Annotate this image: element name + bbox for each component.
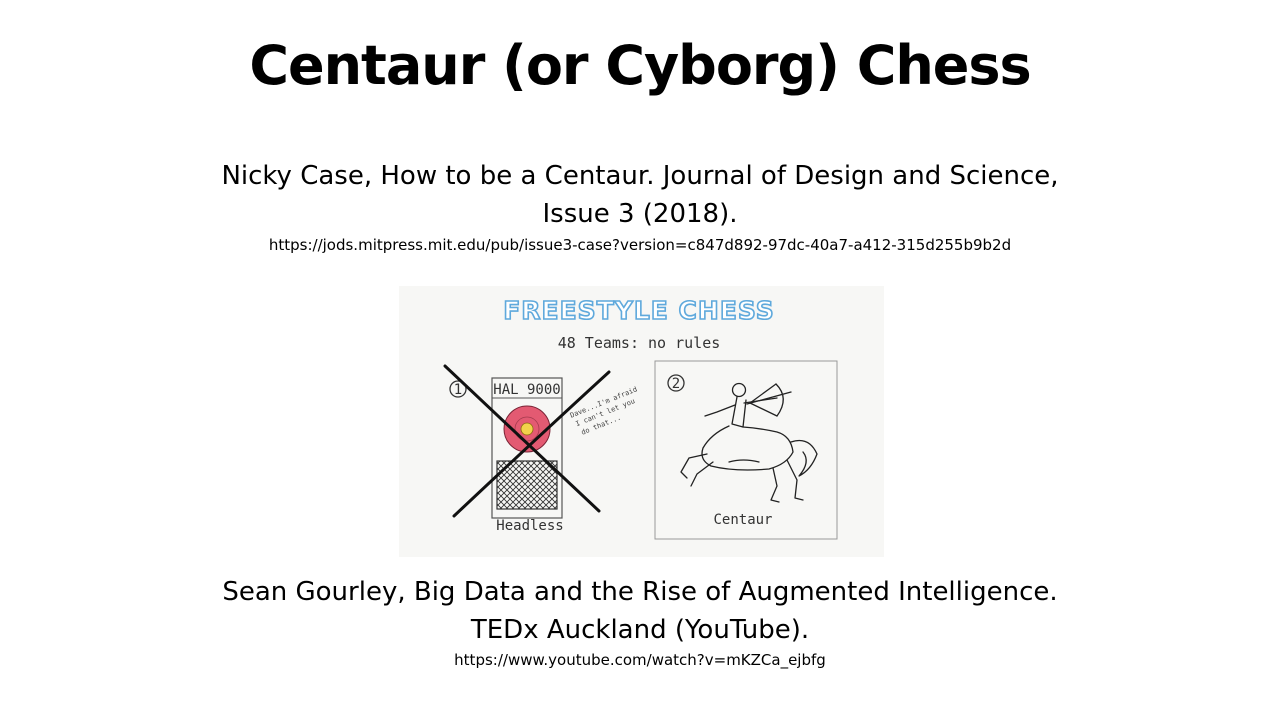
illustration-heading: FREESTYLE CHESS — [503, 296, 775, 325]
panel1-caption: Headless — [496, 518, 563, 534]
hal-speech: Dave...I'm afraid I can't let you do tha… — [569, 385, 638, 436]
citation-case-line2: Issue 3 (2018). — [542, 199, 738, 229]
citation-gourley-url[interactable]: https://www.youtube.com/watch?v=mKZCa_ej… — [0, 651, 1280, 669]
panel1-number: 1 — [454, 382, 462, 398]
panel2-caption: Centaur — [713, 512, 772, 528]
citation-gourley-line2: TEDx Auckland (YouTube). — [470, 615, 810, 645]
panel2-number: 2 — [672, 376, 680, 392]
citation-gourley-line1: Sean Gourley, Big Data and the Rise of A… — [222, 577, 1058, 607]
citation-gourley: Sean Gourley, Big Data and the Rise of A… — [0, 573, 1280, 649]
panel-headless: 1 HAL 9000 Dave...I'm afraid I can't let… — [443, 364, 638, 534]
citation-case-line1: Nicky Case, How to be a Centaur. Journal… — [221, 161, 1059, 191]
freestyle-chess-illustration: FREESTYLE CHESS 48 Teams: no rules 1 HAL… — [399, 286, 884, 557]
slide-title: Centaur (or Cyborg) Chess — [249, 34, 1031, 97]
illustration-subheading: 48 Teams: no rules — [558, 334, 721, 352]
citation-case: Nicky Case, How to be a Centaur. Journal… — [0, 157, 1280, 233]
hal-label: HAL 9000 — [493, 382, 560, 398]
citation-case-url[interactable]: https://jods.mitpress.mit.edu/pub/issue3… — [0, 236, 1280, 254]
centaur-archer-icon — [680, 382, 818, 503]
panel-centaur: 2 Centaur — [654, 360, 838, 540]
